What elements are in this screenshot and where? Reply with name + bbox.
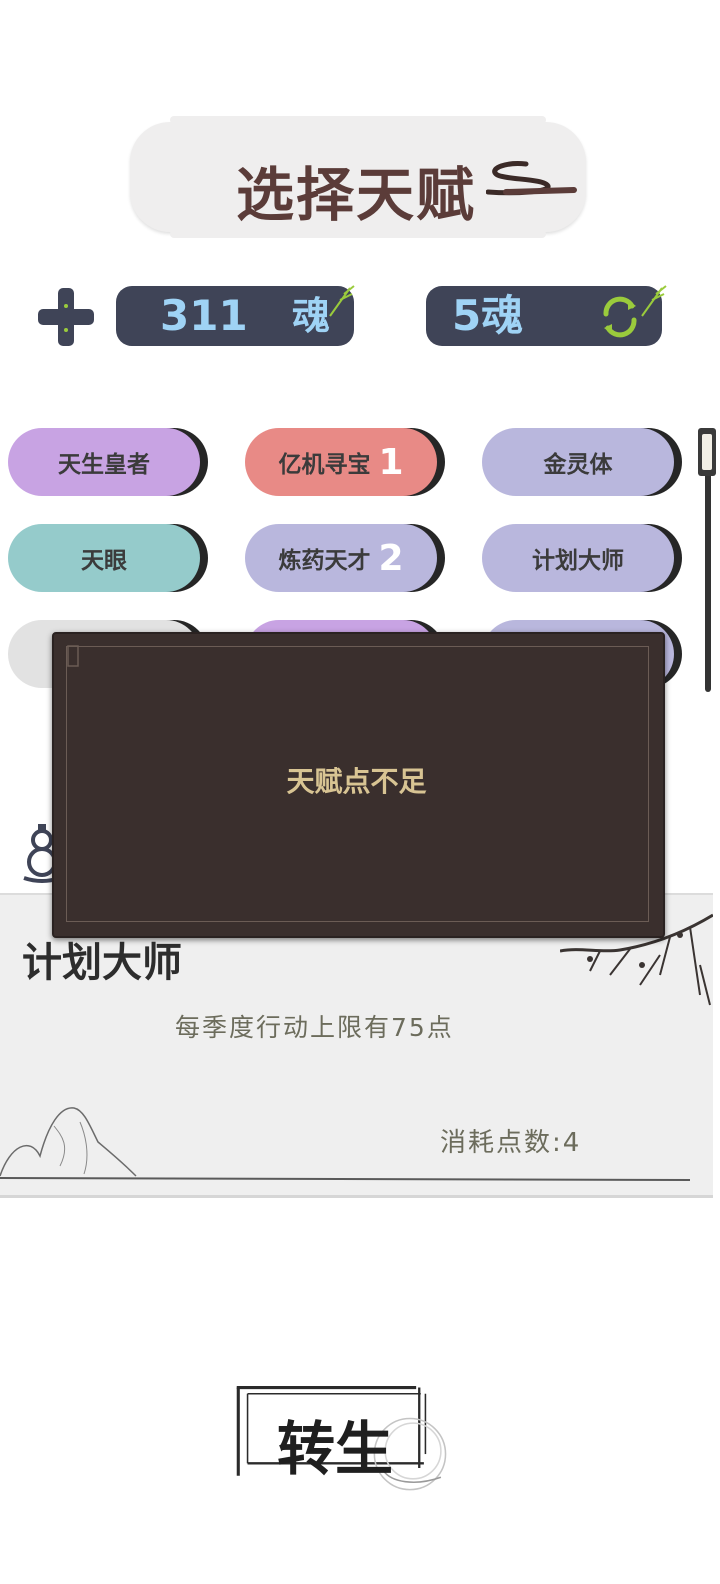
talent-label: 炼药天才 xyxy=(278,548,371,574)
add-currency-icon[interactable] xyxy=(36,286,96,348)
talent-chip[interactable]: 天眼 xyxy=(8,524,200,592)
talent-chip[interactable]: 金灵体 xyxy=(482,428,674,496)
refresh-button[interactable]: 5魂 xyxy=(426,285,667,346)
leaf-icon xyxy=(641,285,667,317)
scrollbar-thumb[interactable] xyxy=(698,428,716,476)
page-title: 选择天赋 xyxy=(236,161,477,229)
refresh-cost: 5魂 xyxy=(452,291,524,340)
rebirth-button[interactable]: 转生 xyxy=(222,1402,448,1486)
mountain-decoration-icon xyxy=(0,1107,691,1181)
soul-balance: 311 魂 xyxy=(116,285,355,346)
soul-unit: 魂 xyxy=(292,294,331,338)
refresh-icon xyxy=(603,296,637,338)
talent-label: 天眼 xyxy=(81,548,127,574)
talent-label: 金灵体 xyxy=(543,452,613,478)
swoosh-decoration-icon xyxy=(486,161,577,196)
talent-label: 计划大师 xyxy=(532,548,624,574)
talent-cost: 消耗点数:4 xyxy=(440,1128,582,1158)
frame-corner-icon xyxy=(67,645,79,667)
talent-chip[interactable]: 计划大师 xyxy=(482,524,674,592)
talent-selection-order: 2 xyxy=(378,537,404,579)
dialog-message: 天赋点不足 xyxy=(286,765,427,798)
talent-chip[interactable]: 炼药天才 2 xyxy=(245,524,437,592)
talent-label: 天生皇者 xyxy=(58,452,150,478)
talent-label: 亿机寻宝 xyxy=(278,452,371,478)
soul-amount: 311 xyxy=(160,291,248,340)
talent-selection-order: 1 xyxy=(378,441,404,483)
talent-chip[interactable]: 天生皇者 xyxy=(8,428,200,496)
description-text: 每季度行动上限有75点 xyxy=(175,1013,454,1042)
description-title: 计划大师 xyxy=(22,940,182,986)
talent-chip[interactable]: 亿机寻宝 1 xyxy=(245,428,437,496)
leaf-icon xyxy=(329,285,355,317)
